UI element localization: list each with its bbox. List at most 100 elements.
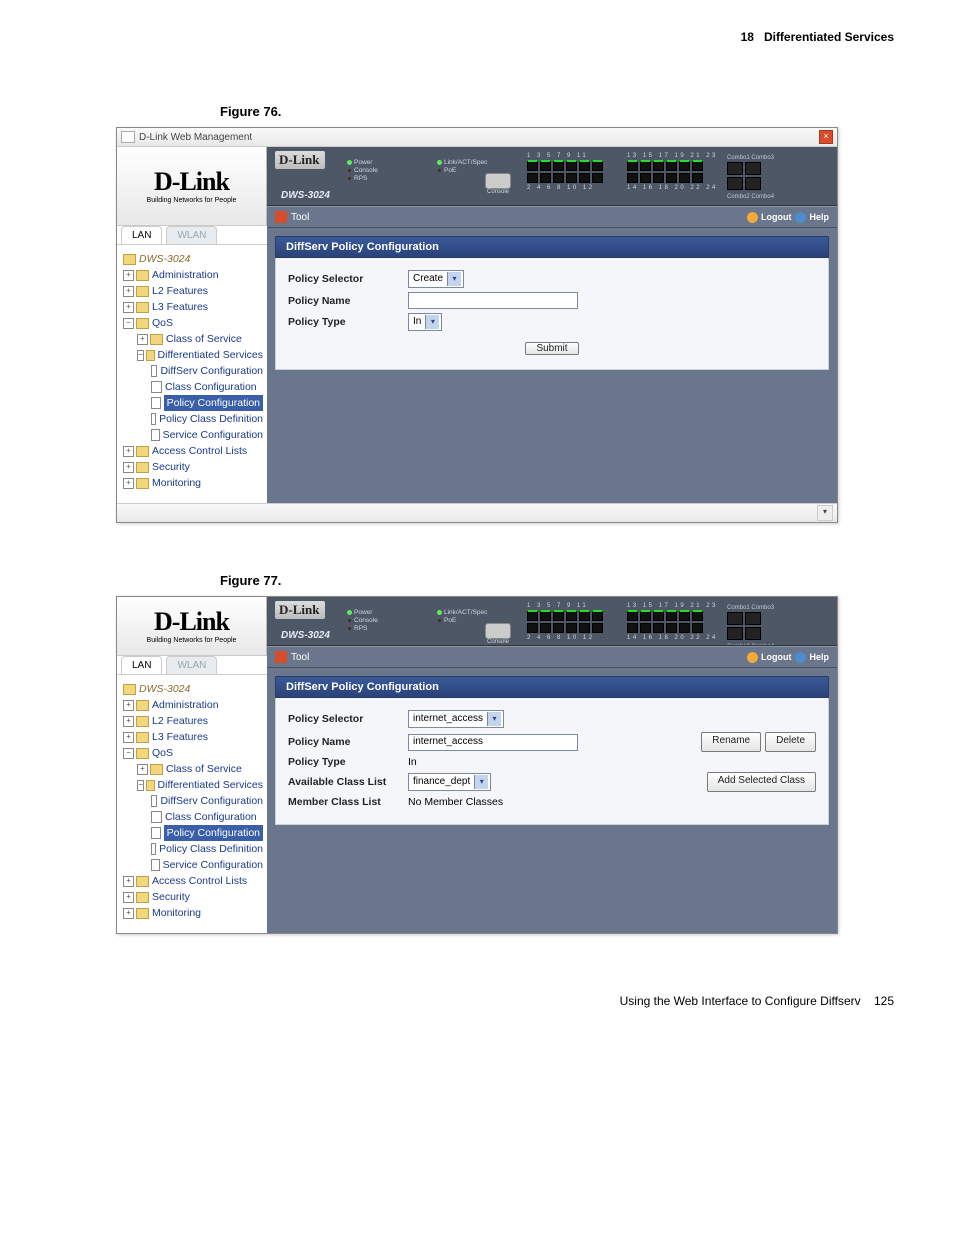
status-leds: Power Console RPS <box>347 159 378 183</box>
submit-button[interactable]: Submit <box>525 342 578 355</box>
device-model-label: DWS-3024 <box>281 190 330 201</box>
chapter-number: 18 <box>741 30 754 44</box>
toolbar-tool[interactable]: Tool <box>291 652 309 663</box>
tree-policy-config[interactable]: Policy Configuration <box>123 825 263 841</box>
favicon <box>121 131 135 143</box>
tree-root[interactable]: DWS-3024 <box>123 251 263 267</box>
member-class-value: No Member Classes <box>408 796 503 808</box>
ports-1-12: 1 3 5 7 9 11 2 4 6 8 10 12 <box>527 603 603 642</box>
delete-button[interactable]: Delete <box>765 732 816 752</box>
logout-button[interactable]: Logout <box>747 652 792 663</box>
tree-l2-features[interactable]: +L2 Features <box>123 283 263 299</box>
combo-ports: Combo1 Combo3 Combo2 Combo4 <box>727 603 774 646</box>
logout-icon <box>747 652 758 663</box>
brand-name: D-Link <box>154 609 229 635</box>
tree-monitoring[interactable]: +Monitoring <box>123 905 263 921</box>
brand-tagline: Building Networks for People <box>147 197 237 204</box>
tree-security[interactable]: +Security <box>123 459 263 475</box>
close-icon[interactable]: × <box>819 130 833 144</box>
available-class-dropdown[interactable]: finance_dept▾ <box>408 773 491 791</box>
policy-type-value: In <box>408 756 417 768</box>
help-button[interactable]: Help <box>795 212 829 223</box>
tree-acl[interactable]: +Access Control Lists <box>123 443 263 459</box>
tree-class-config[interactable]: Class Configuration <box>123 379 263 395</box>
tab-wlan[interactable]: WLAN <box>166 656 217 674</box>
nav-tree: DWS-3024 +Administration +L2 Features +L… <box>117 245 267 503</box>
tree-root[interactable]: DWS-3024 <box>123 681 263 697</box>
tree-service-config[interactable]: Service Configuration <box>123 427 263 443</box>
tree-acl[interactable]: +Access Control Lists <box>123 873 263 889</box>
chevron-down-icon: ▾ <box>425 315 439 329</box>
combo-ports: Combo1 Combo3 Combo2 Combo4 <box>727 153 774 201</box>
policy-type-label: Policy Type <box>288 756 408 768</box>
window-menu-icon[interactable]: ▾ <box>817 505 833 521</box>
tree-diffserv-config[interactable]: DiffServ Configuration <box>123 793 263 809</box>
tree-l3-features[interactable]: +L3 Features <box>123 299 263 315</box>
tree-class-of-service[interactable]: +Class of Service <box>123 331 263 347</box>
member-class-label: Member Class List <box>288 796 408 808</box>
tab-wlan[interactable]: WLAN <box>166 226 217 244</box>
toolbar-tool[interactable]: Tool <box>291 212 309 223</box>
device-banner: D-Link DWS-3024 Power Console RPS Link/A… <box>267 597 837 646</box>
policy-name-input[interactable]: internet_access <box>408 734 578 751</box>
device-banner: D-Link DWS-3024 Power Console RPS Link/A… <box>267 147 837 206</box>
rename-button[interactable]: Rename <box>701 732 761 752</box>
tool-icon <box>275 651 287 663</box>
policy-type-label: Policy Type <box>288 316 408 328</box>
help-button[interactable]: Help <box>795 652 829 663</box>
tree-l2-features[interactable]: +L2 Features <box>123 713 263 729</box>
ports-1-12: 1 3 5 7 9 11 2 4 6 8 10 12 <box>527 153 603 192</box>
toolbar: Tool Logout Help <box>267 206 837 228</box>
policy-selector-label: Policy Selector <box>288 273 408 285</box>
tree-class-config[interactable]: Class Configuration <box>123 809 263 825</box>
page-header: 18 Differentiated Services <box>60 30 894 44</box>
page-footer: Using the Web Interface to Configure Dif… <box>60 994 894 1008</box>
figure-76-screenshot: D-Link Web Management × D-Link Building … <box>116 127 838 523</box>
policy-type-dropdown[interactable]: In▾ <box>408 313 442 331</box>
tree-administration[interactable]: +Administration <box>123 697 263 713</box>
brand-tagline: Building Networks for People <box>147 637 237 644</box>
console-port-icon <box>485 173 511 189</box>
add-selected-class-button[interactable]: Add Selected Class <box>707 772 816 792</box>
status-leds: Power Console RPS <box>347 609 378 633</box>
available-class-label: Available Class List <box>288 776 408 788</box>
chevron-down-icon: ▾ <box>474 775 488 789</box>
help-icon <box>795 652 806 663</box>
tab-lan[interactable]: LAN <box>121 226 162 244</box>
tree-qos[interactable]: −QoS <box>123 745 263 761</box>
tree-l3-features[interactable]: +L3 Features <box>123 729 263 745</box>
brand-name: D-Link <box>154 169 229 195</box>
tree-qos[interactable]: −QoS <box>123 315 263 331</box>
console-port-label: Console <box>487 189 509 195</box>
tree-monitoring[interactable]: +Monitoring <box>123 475 263 491</box>
tree-diff-services[interactable]: −Differentiated Services <box>123 347 263 363</box>
tree-administration[interactable]: +Administration <box>123 267 263 283</box>
tree-diffserv-config[interactable]: DiffServ Configuration <box>123 363 263 379</box>
tree-service-config[interactable]: Service Configuration <box>123 857 263 873</box>
tree-diff-services[interactable]: −Differentiated Services <box>123 777 263 793</box>
policy-selector-dropdown[interactable]: internet_access▾ <box>408 710 504 728</box>
console-port-label: Console <box>487 639 509 645</box>
policy-name-label: Policy Name <box>288 736 408 748</box>
tab-lan[interactable]: LAN <box>121 656 162 674</box>
policy-name-input[interactable] <box>408 292 578 309</box>
policy-selector-dropdown[interactable]: Create▾ <box>408 270 464 288</box>
content-title: DiffServ Policy Configuration <box>275 676 829 698</box>
tree-security[interactable]: +Security <box>123 889 263 905</box>
help-icon <box>795 212 806 223</box>
logout-button[interactable]: Logout <box>747 212 792 223</box>
tree-policy-class-def[interactable]: Policy Class Definition <box>123 411 263 427</box>
browser-titlebar: D-Link Web Management × <box>117 128 837 147</box>
chapter-title: Differentiated Services <box>764 30 894 44</box>
device-brand-plate: D-Link <box>275 601 325 619</box>
chevron-down-icon: ▾ <box>487 712 501 726</box>
policy-name-label: Policy Name <box>288 295 408 307</box>
tree-policy-class-def[interactable]: Policy Class Definition <box>123 841 263 857</box>
console-port-icon <box>485 623 511 639</box>
tree-class-of-service[interactable]: +Class of Service <box>123 761 263 777</box>
device-model-label: DWS-3024 <box>281 630 330 641</box>
footer-text: Using the Web Interface to Configure Dif… <box>620 994 861 1008</box>
policy-selector-label: Policy Selector <box>288 713 408 725</box>
figure-77-screenshot: D-Link Building Networks for People LAN … <box>116 596 838 934</box>
tree-policy-config[interactable]: Policy Configuration <box>123 395 263 411</box>
